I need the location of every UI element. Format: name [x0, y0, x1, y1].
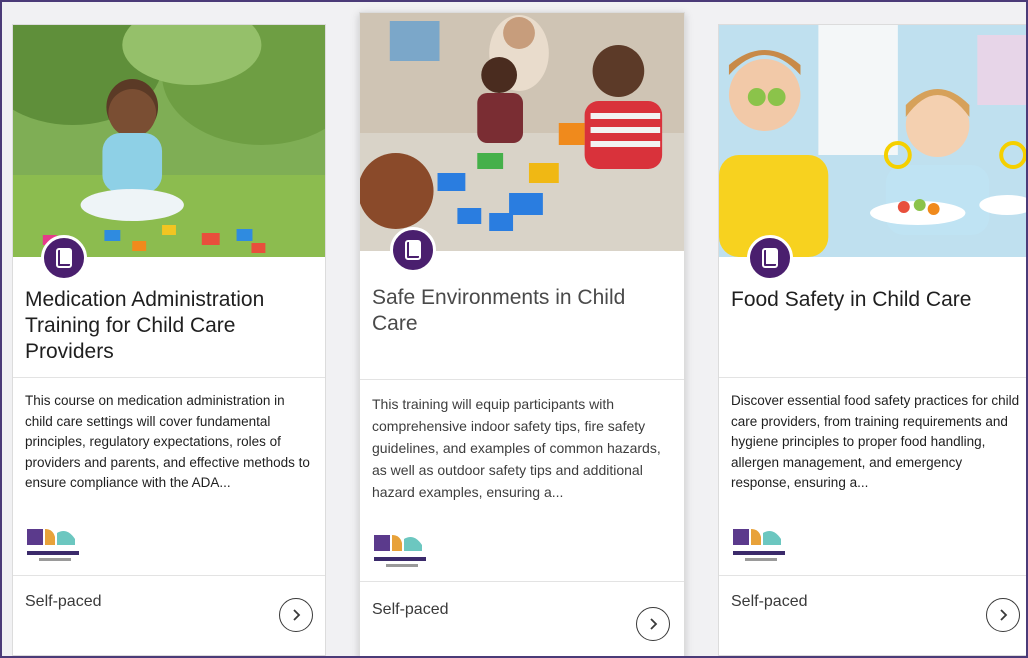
pace-label: Self-paced — [25, 593, 102, 610]
course-catalog: Medication Administration Training for C… — [0, 0, 1028, 658]
course-image-children-eating[interactable] — [719, 25, 1026, 257]
course-title[interactable]: Food Safety in Child Care — [731, 287, 1021, 313]
course-title[interactable]: Medication Administration Training for C… — [25, 287, 315, 365]
course-description: This course on medication administration… — [25, 393, 310, 490]
divider — [719, 575, 1026, 576]
chevron-right-icon — [650, 618, 658, 630]
open-course-button[interactable] — [636, 607, 670, 641]
course-description: This training will equip participants wi… — [372, 396, 661, 500]
early-childhood-logo — [372, 531, 432, 571]
book-icon — [390, 227, 436, 273]
divider — [13, 377, 325, 378]
book-icon — [41, 235, 87, 281]
chevron-right-icon — [293, 609, 301, 621]
early-childhood-logo — [25, 525, 85, 565]
course-image-child-with-blocks[interactable] — [13, 25, 325, 257]
open-course-button[interactable] — [986, 598, 1020, 632]
course-title[interactable]: Safe Environments in Child Care — [372, 285, 674, 337]
course-card-food-safety[interactable]: Food Safety in Child Care Discover essen… — [718, 24, 1026, 656]
pace-label: Self-paced — [731, 593, 808, 610]
course-card-safe-environments[interactable]: Safe Environments in Child Care This tra… — [359, 12, 685, 656]
open-course-button[interactable] — [279, 598, 313, 632]
book-icon — [747, 235, 793, 281]
chevron-right-icon — [1000, 609, 1008, 621]
pace-label: Self-paced — [372, 601, 449, 618]
course-card-medication[interactable]: Medication Administration Training for C… — [12, 24, 326, 656]
course-image-children-playing[interactable] — [360, 13, 684, 251]
divider — [719, 377, 1026, 378]
divider — [360, 581, 684, 582]
divider — [360, 379, 684, 380]
course-description: Discover essential food safety practices… — [731, 393, 1020, 490]
early-childhood-logo — [731, 525, 791, 565]
divider — [13, 575, 325, 576]
